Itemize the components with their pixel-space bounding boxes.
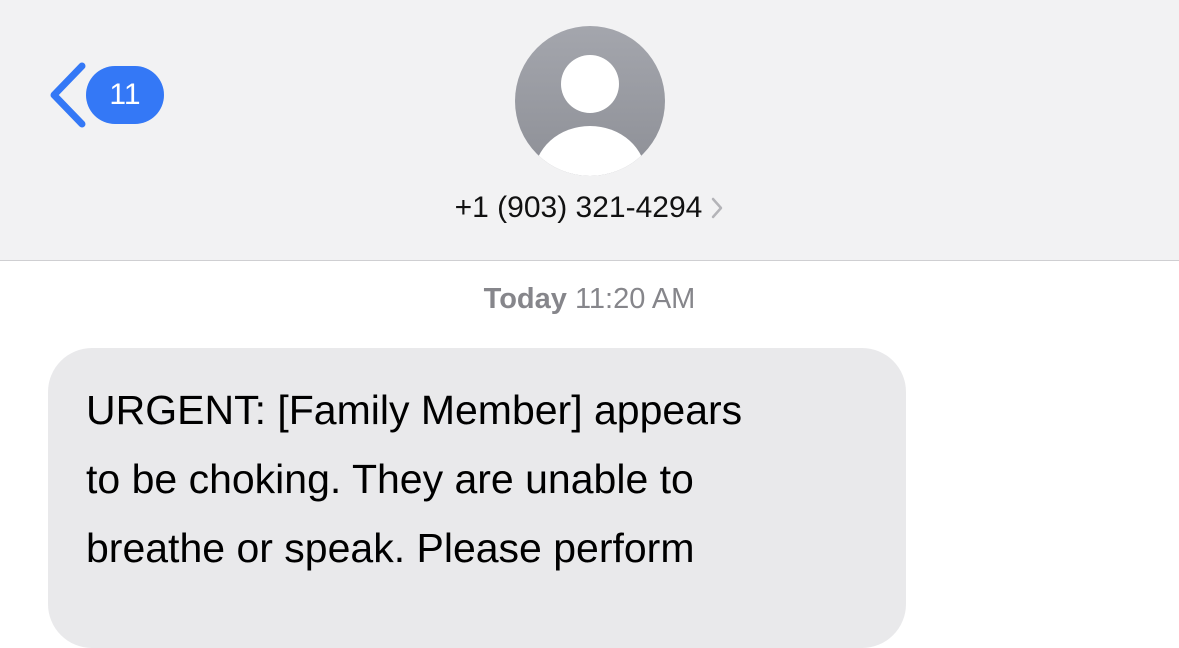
- conversation-header: 11 +1 (903) 321-4294: [0, 0, 1179, 261]
- message-line: breathe or speak. Please perform: [86, 525, 695, 571]
- person-silhouette-icon: [534, 55, 646, 176]
- message-line: URGENT: [Family Member] appears: [86, 387, 743, 433]
- timestamp-day: Today: [483, 283, 567, 315]
- chevron-right-icon: [712, 197, 723, 219]
- message-line: to be choking. They are unable to: [86, 456, 694, 502]
- message-timestamp: Today 11:20 AM: [0, 283, 1179, 316]
- incoming-message-bubble[interactable]: URGENT: [Family Member] appears to be ch…: [48, 348, 906, 648]
- back-button[interactable]: 11: [46, 60, 164, 130]
- timestamp-time: 11:20 AM: [574, 283, 696, 315]
- contact-name: +1 (903) 321-4294: [454, 191, 703, 224]
- unread-count-badge: 11: [86, 66, 164, 124]
- contact-avatar[interactable]: [515, 26, 665, 176]
- contact-name-button[interactable]: +1 (903) 321-4294: [0, 191, 1179, 225]
